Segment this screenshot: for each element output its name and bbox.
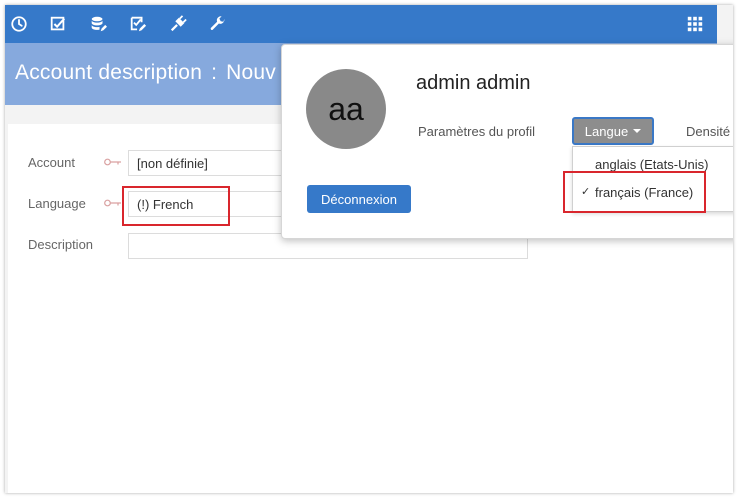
checkbox-icon[interactable] — [48, 14, 68, 34]
french-option-highlight — [563, 171, 706, 213]
language-button-label: Langue — [584, 123, 629, 139]
density-link[interactable]: Densité — [686, 124, 730, 139]
description-label: Description — [28, 237, 94, 252]
page-subtitle: Nouv — [226, 61, 276, 84]
plug-icon[interactable] — [168, 14, 188, 34]
app-window: Account description: Nouv Account [non dé… — [5, 5, 733, 493]
clock-icon[interactable] — [9, 14, 29, 34]
avatar: aa — [306, 69, 386, 149]
language-field-highlight — [122, 186, 230, 226]
required-key-icon — [104, 199, 121, 207]
language-option-label: anglais (Etats-Unis) — [595, 157, 709, 172]
page-title-text: Account description — [15, 61, 203, 84]
profile-settings-link[interactable]: Paramètres du profil — [418, 124, 535, 139]
wrench-icon[interactable] — [208, 14, 228, 34]
language-dropdown-button[interactable]: Langue — [572, 117, 654, 145]
grid-apps-icon[interactable] — [685, 14, 705, 34]
account-label: Account — [28, 155, 75, 170]
logout-button[interactable]: Déconnexion — [307, 185, 411, 213]
checklist-edit-icon[interactable] — [128, 14, 148, 34]
required-key-icon — [104, 158, 121, 166]
caret-down-icon — [633, 129, 642, 133]
top-toolbar — [5, 5, 717, 43]
page-title: Account description: Nouv — [15, 61, 276, 85]
title-separator: : — [211, 61, 218, 84]
database-edit-icon[interactable] — [88, 14, 108, 34]
language-label: Language — [28, 196, 86, 211]
profile-popup: aa admin admin Paramètres du profil Lang… — [281, 44, 733, 239]
user-name: admin admin — [416, 72, 531, 94]
